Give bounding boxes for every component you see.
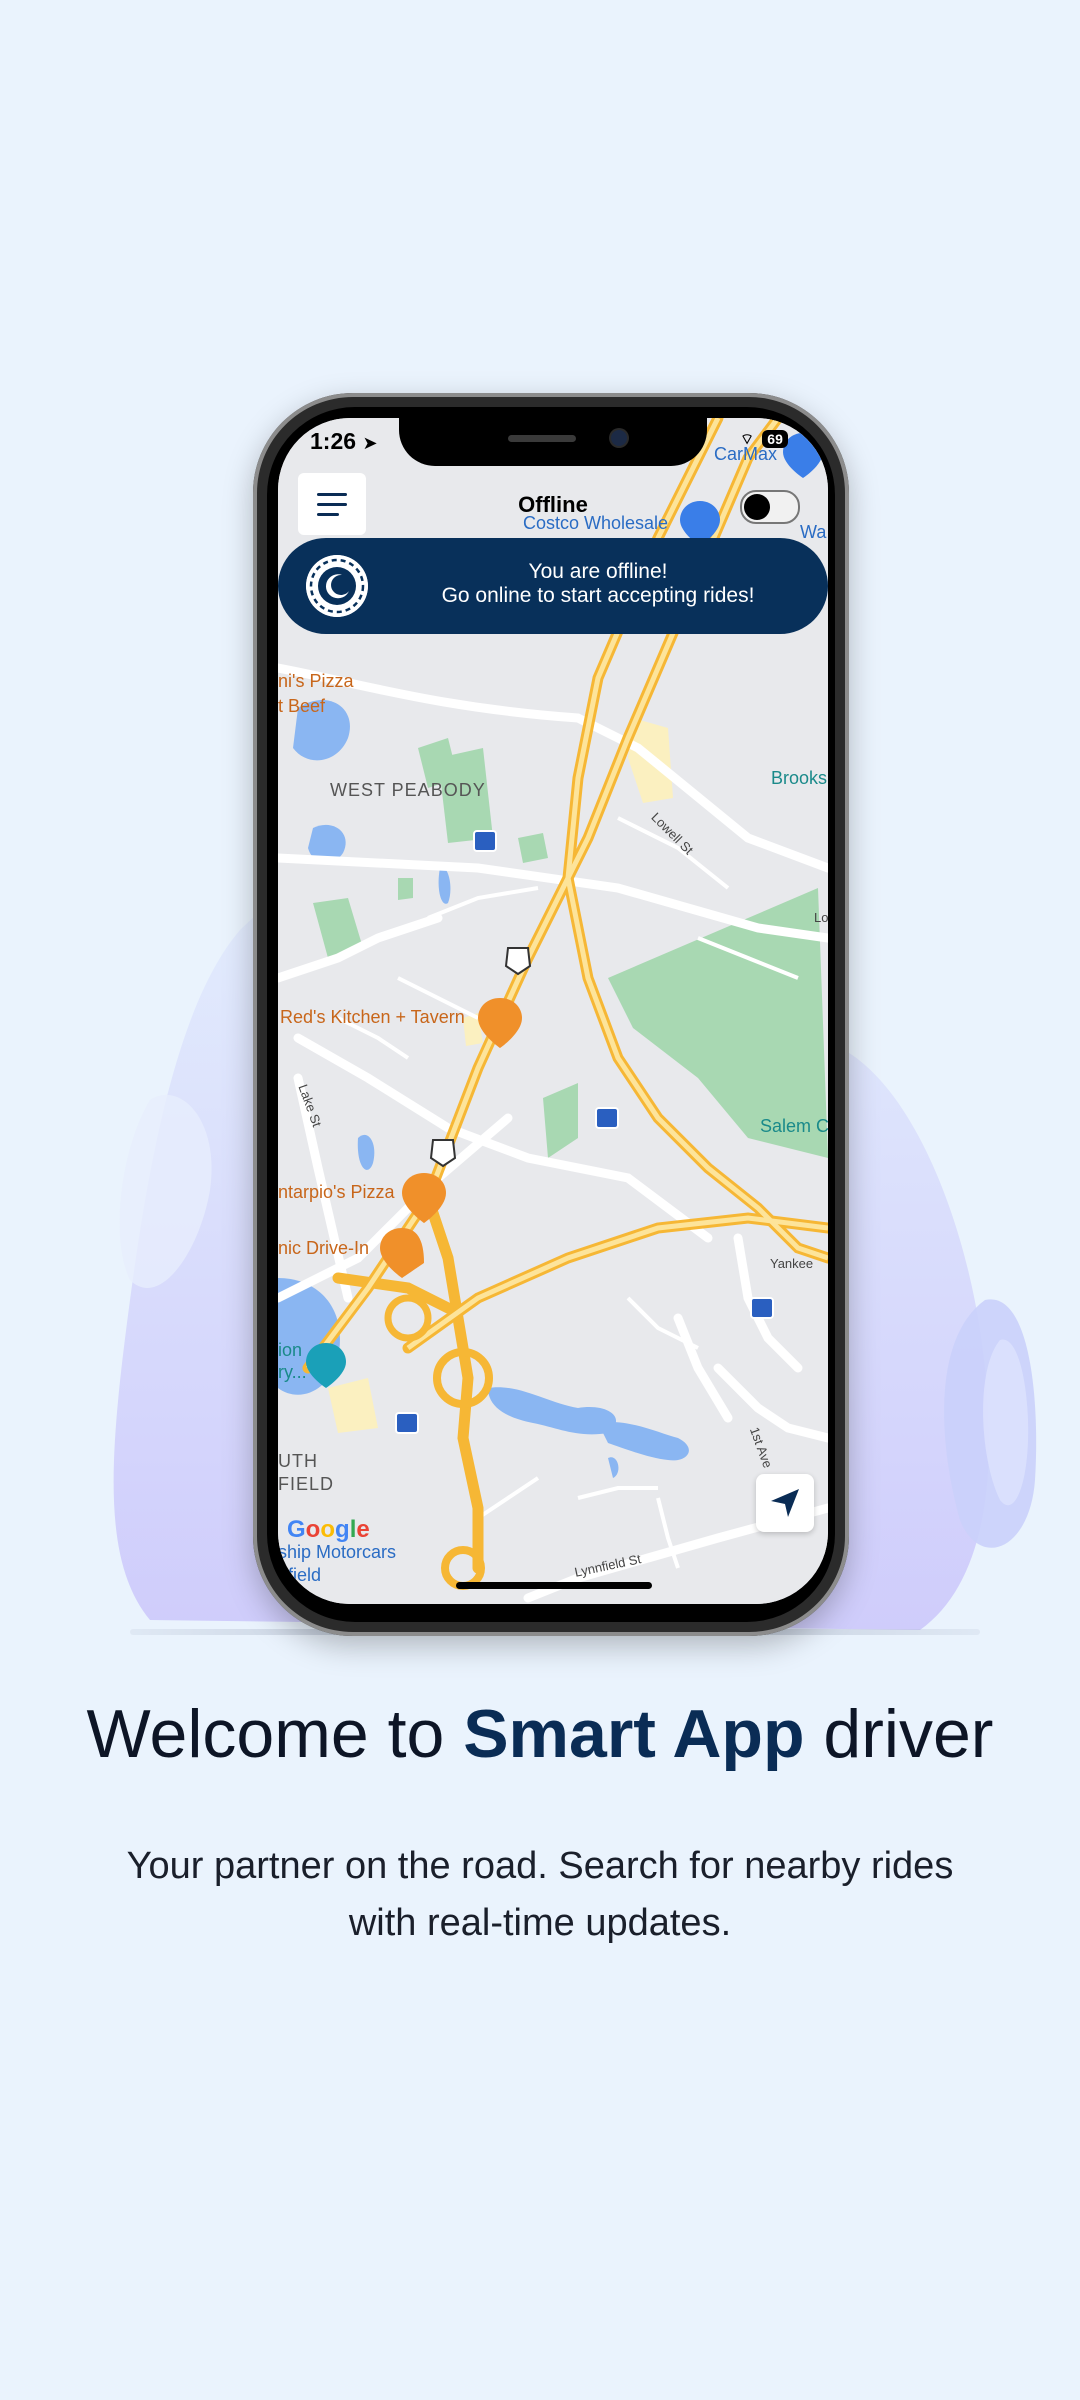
map-label-beef: t Beef (278, 696, 326, 716)
online-toggle[interactable] (740, 490, 800, 524)
map-label-brooks: Brooks (771, 768, 828, 788)
google-logo: Google (287, 1516, 370, 1543)
map-label-west-peabody: WEST PEABODY (330, 780, 486, 800)
recenter-button[interactable] (756, 1474, 814, 1532)
banner-subtitle: Go online to start accepting rides! (441, 584, 755, 607)
banner-title: You are offline! (528, 560, 668, 583)
navigation-arrow-icon (771, 1489, 799, 1517)
map-label-nfield: nfield (278, 1565, 322, 1585)
offline-banner: You are offline! Go online to start acce… (278, 538, 828, 634)
status-icons: ⌔ 69 (740, 430, 788, 449)
map-label-ion: ion (278, 1340, 303, 1360)
map-label-uth: UTH (278, 1451, 318, 1471)
map-label-lo: Lo (814, 910, 828, 925)
brand-name: Smart App (463, 1696, 805, 1772)
map-label-motorcars: ship Motorcars (278, 1542, 397, 1562)
status-time: 1:26 ➤ (310, 428, 378, 454)
home-indicator (456, 1582, 652, 1589)
moon-icon (306, 555, 368, 617)
map-label-field: FIELD (278, 1474, 335, 1494)
map-label-santarpio: ntarpio's Pizza (278, 1182, 395, 1202)
wifi-icon: ⌔ (740, 431, 755, 448)
map-label-ry: ry... (278, 1362, 307, 1382)
map-label-salem: Salem C (760, 1116, 828, 1136)
map-label-wa: Wa (800, 522, 827, 542)
map-label-yankee: Yankee (770, 1256, 814, 1271)
map-label-drive-in: nic Drive-In (278, 1238, 370, 1258)
map-label-reds-kitchen: Red's Kitchen + Tavern (280, 1007, 465, 1027)
speaker-grill (508, 435, 576, 442)
location-arrow-icon: ➤ (362, 433, 378, 453)
map-label-pizza: ni's Pizza (278, 671, 354, 691)
toggle-knob (744, 494, 770, 520)
welcome-headline: Welcome to Smart App driver (86, 1696, 994, 1772)
front-camera (611, 430, 627, 446)
welcome-subtitle: Your partner on the road. Search for nea… (126, 1845, 954, 1944)
phone-screen: CarMax Costco Wholesale Wa ni's Pizza t … (278, 418, 828, 1604)
phone-notch (399, 418, 707, 466)
battery-indicator: 69 (762, 430, 788, 448)
